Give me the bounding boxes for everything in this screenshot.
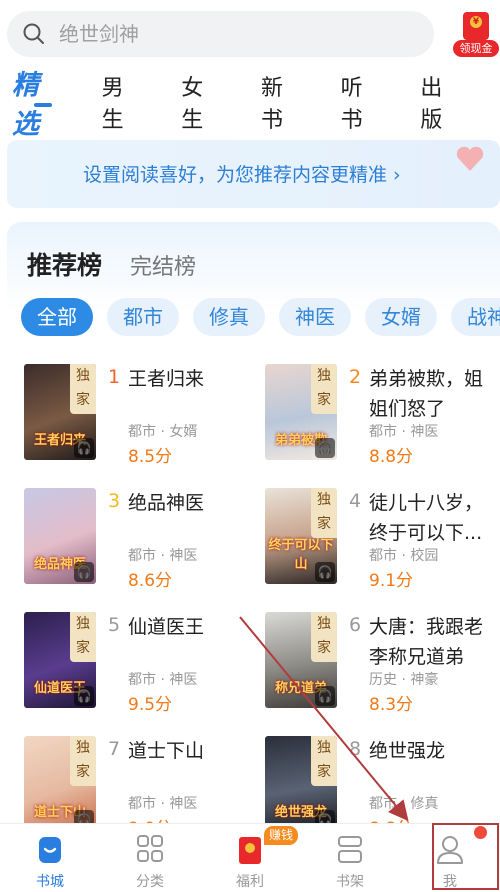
- search-bar[interactable]: [7, 11, 434, 57]
- book-item[interactable]: 终于可以下山 独家 🎧 4 徒儿十八岁，终于可以下... 都市 · 校园 9.1…: [248, 488, 488, 598]
- grid-icon: [137, 835, 163, 862]
- headphones-icon: 🎧: [74, 686, 94, 706]
- exclusive-badge: 独家: [311, 736, 337, 786]
- heart-icon: [456, 146, 484, 171]
- book-cover: 称兄道弟 独家 🎧: [265, 612, 337, 708]
- genre-filter-chips: 全部 都市 修真 神医 女婿 战神: [21, 298, 500, 336]
- tab-recommended-ranking[interactable]: 推荐榜: [27, 246, 102, 282]
- red-packet-icon: [239, 837, 261, 864]
- exclusive-badge: 独家: [311, 612, 337, 662]
- headphones-icon: 🎧: [315, 438, 335, 458]
- banner-text: 设置阅读喜好，为您推荐内容更精准 ›: [83, 164, 401, 186]
- earn-money-badge: 赚钱: [264, 826, 299, 845]
- rank-number: 5: [108, 614, 121, 636]
- bookshelf-icon: [338, 836, 362, 863]
- rank-number: 2: [349, 366, 362, 388]
- tab-female[interactable]: 女生: [181, 70, 225, 134]
- headphones-icon: 🎧: [74, 562, 94, 582]
- book-item[interactable]: 仙道医王 独家 🎧 5 仙道医王 都市 · 神医 9.5分: [7, 612, 247, 722]
- tab-published[interactable]: 出版: [420, 70, 464, 134]
- book-title: 道士下山: [128, 740, 205, 762]
- chip-urban[interactable]: 都市: [107, 298, 179, 336]
- rank-number: 6: [349, 614, 362, 636]
- book-score: 9.1分: [369, 571, 414, 591]
- search-icon: [23, 23, 44, 44]
- book-title: 王者归来: [128, 368, 205, 390]
- rank-number: 1: [108, 366, 121, 388]
- book-cover: 仙道医王 独家 🎧: [24, 612, 96, 708]
- exclusive-badge: 独家: [311, 364, 337, 414]
- chip-divine-doctor[interactable]: 神医: [279, 298, 351, 336]
- book-score: 8.5分: [128, 447, 173, 467]
- reading-preference-banner[interactable]: 设置阅读喜好，为您推荐内容更精准 ›: [7, 140, 500, 208]
- book-genre: 都市 · 修真: [369, 796, 439, 812]
- book-cover: 绝品神医 🎧: [24, 488, 96, 584]
- book-score: 8.3分: [369, 695, 414, 715]
- nav-bookshelf[interactable]: 书架: [300, 824, 400, 892]
- book-score: 8.6分: [128, 571, 173, 591]
- headphones-icon: 🎧: [315, 562, 335, 582]
- book-genre: 都市 · 神医: [128, 796, 198, 812]
- search-input[interactable]: [59, 22, 399, 46]
- book-genre: 都市 · 神医: [369, 424, 439, 440]
- book-score: 8.8分: [369, 447, 414, 467]
- book-genre: 历史 · 神豪: [369, 672, 439, 688]
- chip-cultivation[interactable]: 修真: [193, 298, 265, 336]
- chip-war-god[interactable]: 战神: [451, 298, 500, 336]
- cash-reward-button[interactable]: 领现金: [453, 10, 499, 58]
- rank-number: 8: [349, 738, 362, 760]
- nav-categories[interactable]: 分类: [100, 824, 200, 892]
- book-title: 徒儿十八岁，终于可以下...: [369, 492, 484, 544]
- book-title: 绝世强龙: [369, 740, 446, 762]
- book-item[interactable]: 称兄道弟 独家 🎧 6 大唐：我跟老李称兄道弟 历史 · 神豪 8.3分: [248, 612, 488, 722]
- bookstore-icon: [39, 837, 61, 863]
- book-genre: 都市 · 校园: [369, 548, 439, 564]
- category-tabs: 精选 男生 女生 新书 听书 出版: [0, 70, 500, 140]
- headphones-icon: 🎧: [74, 438, 94, 458]
- tab-new-books[interactable]: 新书: [261, 70, 305, 134]
- tab-male[interactable]: 男生: [102, 70, 146, 134]
- nav-bookstore[interactable]: 书城: [0, 824, 100, 892]
- chip-all[interactable]: 全部: [21, 298, 93, 336]
- book-genre: 都市 · 神医: [128, 672, 198, 688]
- book-cover: 弟弟被欺 独家 🎧: [265, 364, 337, 460]
- exclusive-badge: 独家: [70, 612, 96, 662]
- book-item[interactable]: 弟弟被欺 独家 🎧 2 弟弟被欺，姐姐们怒了 都市 · 神医 8.8分: [248, 364, 488, 474]
- book-item[interactable]: 绝品神医 🎧 3 绝品神医 都市 · 神医 8.6分: [7, 488, 247, 598]
- top-bar: 领现金: [0, 0, 500, 70]
- highlight-box: [432, 823, 499, 890]
- chip-son-in-law[interactable]: 女婿: [365, 298, 437, 336]
- ranking-card: 推荐榜 完结榜 全部 都市 修真 神医 女婿 战神 王者归来 独家 🎧 1 王者…: [7, 222, 500, 839]
- exclusive-badge: 独家: [70, 364, 96, 414]
- exclusive-badge: 独家: [70, 736, 96, 786]
- book-genre: 都市 · 神医: [128, 548, 198, 564]
- book-score: 9.5分: [128, 695, 173, 715]
- book-item[interactable]: 王者归来 独家 🎧 1 王者归来 都市 · 女婿 8.5分: [7, 364, 247, 474]
- book-genre: 都市 · 女婿: [128, 424, 198, 440]
- tab-audiobooks[interactable]: 听书: [341, 70, 385, 134]
- headphones-icon: 🎧: [315, 686, 335, 706]
- rank-number: 7: [108, 738, 121, 760]
- book-cover: 终于可以下山 独家 🎧: [265, 488, 337, 584]
- tab-completed-ranking[interactable]: 完结榜: [130, 249, 196, 281]
- ranking-tabs: 推荐榜 完结榜: [27, 246, 196, 282]
- book-cover: 绝世强龙 独家 🎧: [265, 736, 337, 832]
- exclusive-badge: 独家: [311, 488, 337, 538]
- book-title: 弟弟被欺，姐姐们怒了: [369, 368, 484, 420]
- book-title: 大唐：我跟老李称兄道弟: [369, 616, 484, 668]
- rank-number: 3: [108, 490, 121, 512]
- book-cover: 王者归来 独家 🎧: [24, 364, 96, 460]
- bottom-navigation: 书城 分类 赚钱 福利 书架 我: [0, 823, 500, 892]
- book-title: 仙道医王: [128, 616, 205, 638]
- cash-reward-label: 领现金: [453, 40, 499, 57]
- book-title: 绝品神医: [128, 492, 205, 514]
- red-packet-icon: [463, 12, 489, 40]
- tab-featured[interactable]: 精选: [12, 63, 66, 141]
- book-cover: 道士下山 独家 🎧: [24, 736, 96, 832]
- rank-number: 4: [349, 490, 362, 512]
- nav-welfare[interactable]: 赚钱 福利: [200, 824, 300, 892]
